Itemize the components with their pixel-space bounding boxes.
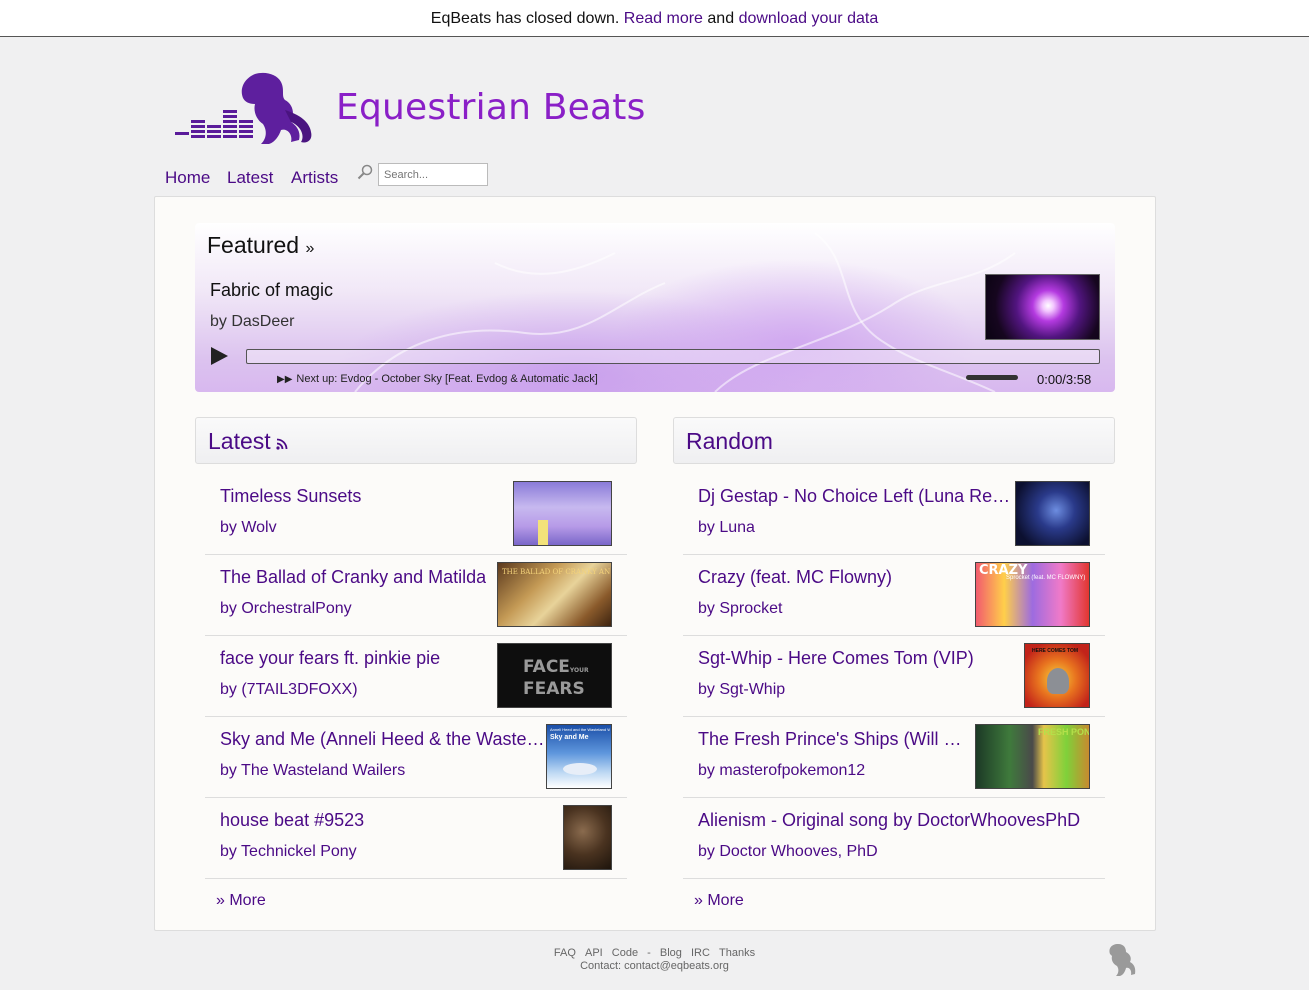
latest-item[interactable]: Sky and Me (Anneli Heed & the Wasteland … [205, 717, 627, 798]
random-item[interactable]: Sgt-Whip - Here Comes Tom (VIP) by Sgt-W… [683, 636, 1105, 717]
track-artist[interactable]: by Wolv [220, 519, 277, 537]
play-button[interactable] [211, 347, 228, 365]
track-artist[interactable]: by masterofpokemon12 [698, 762, 865, 780]
track-title[interactable]: Sky and Me (Anneli Heed & the Wasteland … [220, 729, 546, 750]
random-item[interactable]: Dj Gestap - No Choice Left (Luna Remix) … [683, 474, 1105, 555]
track-thumbnail[interactable] [1015, 481, 1090, 546]
track-artist[interactable]: by Doctor Whooves, PhD [698, 843, 878, 861]
thumbnail-caption: FACEYOUR FEARS [523, 658, 589, 698]
notice-text: EqBeats has closed down. [430, 10, 620, 27]
random-more-link[interactable]: » More [694, 892, 744, 910]
track-thumbnail[interactable]: FACEYOUR FEARS [497, 643, 612, 708]
latest-more-link[interactable]: » More [216, 892, 266, 910]
thumbnail-caption-small: Anneli Heed and the Wasteland Wailers [550, 727, 610, 732]
equalizer-pony-logo-icon [175, 72, 312, 144]
random-item[interactable]: The Fresh Prince's Ships (Will Smith) by… [683, 717, 1105, 798]
thumbnail-caption: Sky and Me [550, 734, 589, 741]
rss-feed-icon[interactable] [276, 438, 288, 450]
latest-header: Latest [195, 417, 637, 464]
nav-home-link[interactable]: Home [165, 168, 210, 188]
next-up-text: Next up: Evdog - October Sky [Feat. Evdo… [296, 373, 598, 385]
thumbnail-caption-line-2: FEARS [523, 679, 585, 699]
track-title[interactable]: Crazy (feat. MC Flowny) [698, 567, 892, 588]
footer-thanks-link[interactable]: Thanks [719, 947, 755, 959]
nav-artists-link[interactable]: Artists [291, 168, 338, 188]
track-artist[interactable]: by OrchestralPony [220, 600, 352, 618]
track-thumbnail[interactable] [563, 805, 612, 870]
track-artist[interactable]: by Sgt-Whip [698, 681, 785, 699]
random-item[interactable]: Alienism - Original song by DoctorWhoove… [683, 798, 1105, 879]
thumbnail-caption: FRESH PONIES [1038, 727, 1090, 737]
nav-latest-link[interactable]: Latest [227, 168, 273, 188]
site-title[interactable]: Equestrian Beats [336, 87, 646, 128]
pony-icon [1109, 944, 1136, 976]
track-title[interactable]: The Ballad of Cranky and Matilda [220, 567, 486, 588]
latest-heading[interactable]: Latest [208, 428, 288, 455]
track-artist[interactable]: by Technickel Pony [220, 843, 357, 861]
track-title[interactable]: face your fears ft. pinkie pie [220, 648, 440, 669]
latest-item[interactable]: Timeless Sunsets by Wolv [205, 474, 627, 555]
closure-notice: EqBeats has closed down. Read more and d… [0, 0, 1309, 37]
next-up[interactable]: ▶▶ Next up: Evdog - October Sky [Feat. Ev… [277, 373, 598, 385]
footer-faq-link[interactable]: FAQ [554, 947, 576, 959]
footer-separator: - [647, 947, 651, 959]
track-progress-bar[interactable] [246, 349, 1100, 364]
track-title[interactable]: The Fresh Prince's Ships (Will Smith) [698, 729, 973, 750]
thumbnail-caption-line-1: FACE [523, 657, 570, 677]
thumbnail-caption-small: YOUR [569, 667, 589, 674]
thumbnail-caption: THE BALLAD OF CRANKY AND MATILDA [502, 568, 610, 576]
search-input[interactable] [378, 163, 488, 186]
track-thumbnail[interactable]: FRESH PONIES [975, 724, 1090, 789]
track-thumbnail[interactable] [513, 481, 612, 546]
next-up-icon: ▶▶ [277, 374, 293, 385]
track-artist[interactable]: by Luna [698, 519, 755, 537]
thumbnail-figure [1047, 668, 1069, 694]
random-header: Random [673, 417, 1115, 464]
track-artist[interactable]: by The Wasteland Wailers [220, 762, 405, 780]
thumbnail-figure [538, 520, 548, 545]
latest-item[interactable]: face your fears ft. pinkie pie by (7TAIL… [205, 636, 627, 717]
random-item[interactable]: Crazy (feat. MC Flowny) by Sprocket CRAZ… [683, 555, 1105, 636]
track-title[interactable]: Alienism - Original song by DoctorWhoove… [698, 810, 1080, 831]
latest-heading-label: Latest [208, 428, 271, 454]
latest-item[interactable]: house beat #9523 by Technickel Pony [205, 798, 627, 879]
track-thumbnail[interactable]: CRAZY Sprocket (feat. MC FLOWNY) [975, 562, 1090, 627]
footer-api-link[interactable]: API [585, 947, 603, 959]
read-more-link[interactable]: Read more [624, 10, 703, 27]
download-data-link[interactable]: download your data [739, 10, 879, 27]
track-title[interactable]: Timeless Sunsets [220, 486, 361, 507]
featured-heading-label: Featured [207, 232, 300, 258]
track-title[interactable]: house beat #9523 [220, 810, 364, 831]
footer-blog-link[interactable]: Blog [660, 947, 682, 959]
track-time: 0:00/3:58 [1037, 372, 1092, 387]
featured-track-title[interactable]: Fabric of magic [210, 280, 333, 301]
volume-slider[interactable] [966, 375, 1018, 380]
track-artist[interactable]: by Sprocket [698, 600, 782, 618]
featured-track-art[interactable] [985, 274, 1100, 340]
footer-code-link[interactable]: Code [612, 947, 638, 959]
featured-heading[interactable]: Featured » [207, 232, 314, 259]
featured-heading-arrow: » [305, 240, 315, 257]
featured-background-decoration [354, 232, 1016, 392]
search-icon [357, 164, 373, 180]
track-artist[interactable]: by (7TAIL3DFOXX) [220, 681, 358, 699]
track-thumbnail[interactable]: HERE COMES TOM [1024, 643, 1090, 708]
site-logo[interactable] [173, 70, 318, 146]
latest-item[interactable]: The Ballad of Cranky and Matilda by Orch… [205, 555, 627, 636]
thumbnail-caption: HERE COMES TOM [1032, 648, 1079, 654]
random-heading: Random [686, 428, 773, 454]
thumbnail-caption-small: Sprocket (feat. MC FLOWNY) [1006, 575, 1086, 581]
footer-irc-link[interactable]: IRC [691, 947, 710, 959]
track-thumbnail[interactable]: Anneli Heed and the Wasteland Wailers Sk… [546, 724, 612, 789]
thumbnail-island [563, 763, 597, 775]
featured-track-artist[interactable]: by DasDeer [210, 313, 294, 331]
track-thumbnail[interactable]: THE BALLAD OF CRANKY AND MATILDA [497, 562, 612, 627]
track-title[interactable]: Dj Gestap - No Choice Left (Luna Remix) [698, 486, 1012, 507]
featured-player: Featured » Fabric of magic by DasDeer ▶▶… [195, 223, 1115, 392]
track-title[interactable]: Sgt-Whip - Here Comes Tom (VIP) [698, 648, 974, 669]
notice-and: and [707, 10, 735, 27]
